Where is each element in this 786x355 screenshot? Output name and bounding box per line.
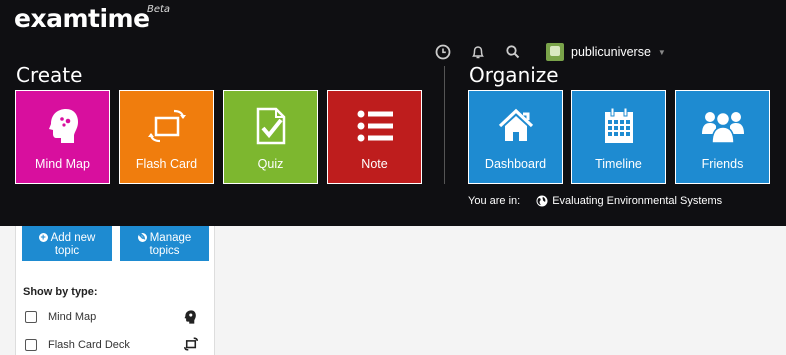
manage-topics-label-line2: topics — [149, 245, 180, 257]
current-location: You are in: Evaluating Environmental Sys… — [468, 195, 722, 207]
search-icon[interactable] — [503, 42, 523, 62]
tile-label: Quiz — [257, 157, 284, 171]
examtime-logo[interactable]: examtime — [14, 4, 150, 33]
create-section-title: Create — [16, 63, 83, 87]
chevron-down-icon: ▼ — [657, 47, 666, 57]
filter-row-flash-card-deck[interactable]: Flash Card Deck — [25, 337, 205, 353]
group-icon — [676, 105, 769, 147]
add-topic-label-line2: topic — [54, 245, 80, 257]
tile-label: Friends — [701, 157, 744, 171]
show-by-type-heading: Show by type: — [23, 286, 98, 298]
tile-label: Mind Map — [35, 157, 90, 171]
checklist-doc-icon — [224, 105, 317, 147]
filter-row-mind-map[interactable]: Mind Map — [25, 309, 205, 325]
tile-label: Dashboard — [484, 157, 547, 171]
tile-label: Note — [361, 157, 388, 171]
add-topic-button[interactable]: + Add new topic — [22, 226, 112, 261]
user-menu[interactable]: publicuniverse ▼ — [546, 43, 666, 61]
tile-label: Flash Card — [135, 157, 198, 171]
beta-badge: Beta — [147, 4, 171, 15]
edit-icon: ✎ — [137, 232, 147, 242]
flash-card-deck-checkbox[interactable] — [25, 339, 37, 351]
bullet-list-icon — [328, 105, 421, 147]
manage-topics-button[interactable]: ✎ Manage topics — [120, 226, 209, 261]
main-navigation-overlay: examtime Beta publicuniverse ▼ Create Or… — [0, 0, 786, 226]
create-mind-map-tile[interactable]: Mind Map — [15, 90, 110, 184]
filter-label: Mind Map — [48, 311, 97, 323]
create-quiz-tile[interactable]: Quiz — [223, 90, 318, 184]
organize-timeline-tile[interactable]: Timeline — [571, 90, 666, 184]
bell-icon[interactable] — [468, 42, 488, 62]
plus-icon: + — [38, 232, 48, 242]
avatar — [546, 43, 564, 61]
tile-label: Timeline — [595, 157, 642, 171]
organize-section-title: Organize — [469, 63, 559, 87]
clock-icon[interactable] — [433, 42, 453, 62]
flip-cards-icon — [183, 337, 199, 353]
flip-cards-icon — [120, 105, 213, 147]
globe-icon — [536, 195, 548, 207]
add-topic-label-line1: Add new — [50, 232, 96, 244]
location-link[interactable]: Evaluating Environmental Systems — [552, 195, 722, 207]
topic-sidebar: + Add new topic ✎ Manage topics Show by ty… — [15, 226, 215, 355]
section-divider — [444, 66, 445, 184]
calendar-icon — [572, 105, 665, 147]
filter-label: Flash Card Deck — [48, 339, 130, 351]
create-flash-card-tile[interactable]: Flash Card — [119, 90, 214, 184]
username: publicuniverse — [571, 45, 651, 59]
mind-map-checkbox[interactable] — [25, 311, 37, 323]
location-prefix: You are in: — [468, 195, 521, 207]
head-icon — [16, 105, 109, 147]
organize-dashboard-tile[interactable]: Dashboard — [468, 90, 563, 184]
manage-topics-label-line1: Manage — [149, 232, 192, 244]
create-note-tile[interactable]: Note — [327, 90, 422, 184]
house-icon — [469, 105, 562, 147]
head-icon — [183, 309, 199, 325]
organize-friends-tile[interactable]: Friends — [675, 90, 770, 184]
